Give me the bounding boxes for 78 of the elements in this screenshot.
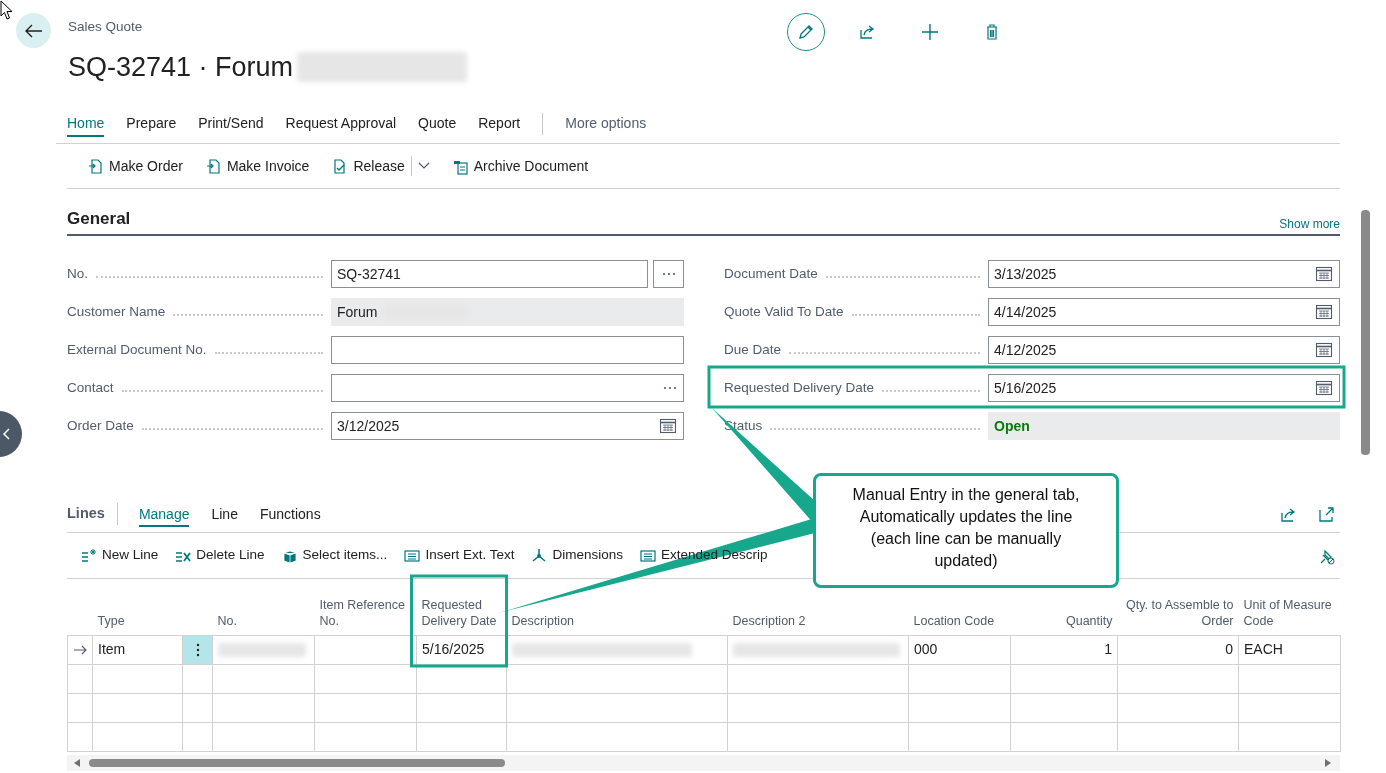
lines-tab[interactable]: Manage xyxy=(127,501,201,527)
scroll-left-icon xyxy=(73,757,81,768)
column-header: No. xyxy=(212,579,315,635)
action-tab[interactable]: Prepare xyxy=(115,109,188,138)
date-field[interactable]: 4/14/2025 xyxy=(988,298,1340,326)
action-button[interactable]: Make Invoice xyxy=(196,151,318,181)
field-label: Document Date xyxy=(724,264,818,283)
chevron-left-icon xyxy=(2,428,10,440)
expand-icon xyxy=(1317,505,1335,523)
date-field[interactable]: 3/12/2025 xyxy=(331,412,684,440)
calendar-icon[interactable] xyxy=(659,417,677,435)
action-button[interactable]: Delete Line xyxy=(169,541,270,570)
field-label: External Document No. xyxy=(67,340,207,359)
field-label: Contact xyxy=(67,378,114,397)
action-button[interactable]: Archive Document xyxy=(443,151,597,181)
action-tab[interactable]: Print/Send xyxy=(187,109,275,138)
text-field[interactable]: SQ-32741 xyxy=(331,260,648,288)
ellipsis-icon[interactable] xyxy=(663,386,677,390)
section-title: General xyxy=(67,209,131,230)
make-order-icon xyxy=(87,157,104,175)
action-button[interactable]: Release xyxy=(323,151,413,181)
more-options-tab[interactable]: More options xyxy=(554,109,658,138)
scroll-right-icon xyxy=(1324,757,1332,768)
scrollbar-thumb[interactable] xyxy=(89,758,505,767)
lines-tab[interactable]: Line xyxy=(200,501,249,527)
page-title: SQ-32741 · Forum xyxy=(68,51,294,83)
table-cell: 000 xyxy=(908,635,1011,664)
lines-tab[interactable]: Functions xyxy=(248,501,332,527)
lookup-button[interactable] xyxy=(653,260,684,288)
table-cell: EACH xyxy=(1238,635,1341,664)
field-label: Requested Delivery Date xyxy=(724,378,875,397)
add-line-icon xyxy=(80,546,98,565)
make-invoice-icon xyxy=(204,157,222,175)
callout-box: Manual Entry in the general tab, Automatically updates the line (each line can be manually updated) xyxy=(813,473,1119,588)
field-label: Quote Valid To Date xyxy=(724,302,844,321)
column-header: Requested Delivery Date xyxy=(416,579,507,635)
status-value: Open xyxy=(994,416,1030,436)
ellipsis-icon xyxy=(661,272,676,276)
action-button[interactable]: Select items... xyxy=(275,541,393,570)
mouse-pointer-icon xyxy=(0,0,13,21)
action-button[interactable]: New Line xyxy=(75,541,164,570)
show-more-link[interactable]: Show more xyxy=(1279,215,1340,233)
caret-icon xyxy=(417,162,430,170)
kebab-icon xyxy=(195,643,200,658)
action-tab[interactable]: Quote xyxy=(407,109,468,138)
column-header: Unit of Measure Code xyxy=(1238,579,1341,635)
date-field[interactable]: 5/16/2025 xyxy=(988,374,1340,402)
page-caption: Sales Quote xyxy=(68,19,144,35)
column-header: Type xyxy=(92,579,213,635)
action-button[interactable]: Make Order xyxy=(79,151,191,181)
action-button[interactable]: Insert Ext. Text xyxy=(398,541,520,570)
calendar-icon[interactable] xyxy=(1315,341,1333,359)
field-label: Due Date xyxy=(724,340,782,359)
date-field[interactable]: 3/13/2025 xyxy=(988,260,1340,288)
calendar-icon[interactable] xyxy=(1315,303,1333,321)
text-field[interactable] xyxy=(331,374,684,402)
column-header: Item Reference No. xyxy=(314,579,417,635)
table-cell: 1 xyxy=(1010,635,1118,664)
action-tab[interactable]: Report xyxy=(467,109,532,138)
field-label: Order Date xyxy=(67,416,134,435)
action-button[interactable]: Dimensions xyxy=(525,541,628,570)
action-tab[interactable]: Home xyxy=(56,109,116,138)
text-field[interactable] xyxy=(331,336,684,364)
table-cell: 0 xyxy=(1117,635,1239,664)
back-arrow-icon xyxy=(24,23,43,38)
section-title: Lines xyxy=(67,504,105,524)
table-cell: Item xyxy=(92,635,183,664)
field-label: No. xyxy=(67,264,88,283)
action-tab[interactable]: Request Approval xyxy=(274,109,408,138)
field-label: Customer Name xyxy=(67,302,166,321)
scrollbar-thumb[interactable] xyxy=(1361,210,1370,455)
column-header: Qty. to Assemble to Order xyxy=(1117,579,1239,635)
calendar-icon[interactable] xyxy=(1315,265,1333,283)
date-field[interactable]: 4/12/2025 xyxy=(988,336,1340,364)
calendar-icon[interactable] xyxy=(1315,379,1333,397)
field-value: Forum xyxy=(337,302,378,322)
back-button[interactable] xyxy=(16,13,51,48)
plus-icon xyxy=(920,22,940,42)
